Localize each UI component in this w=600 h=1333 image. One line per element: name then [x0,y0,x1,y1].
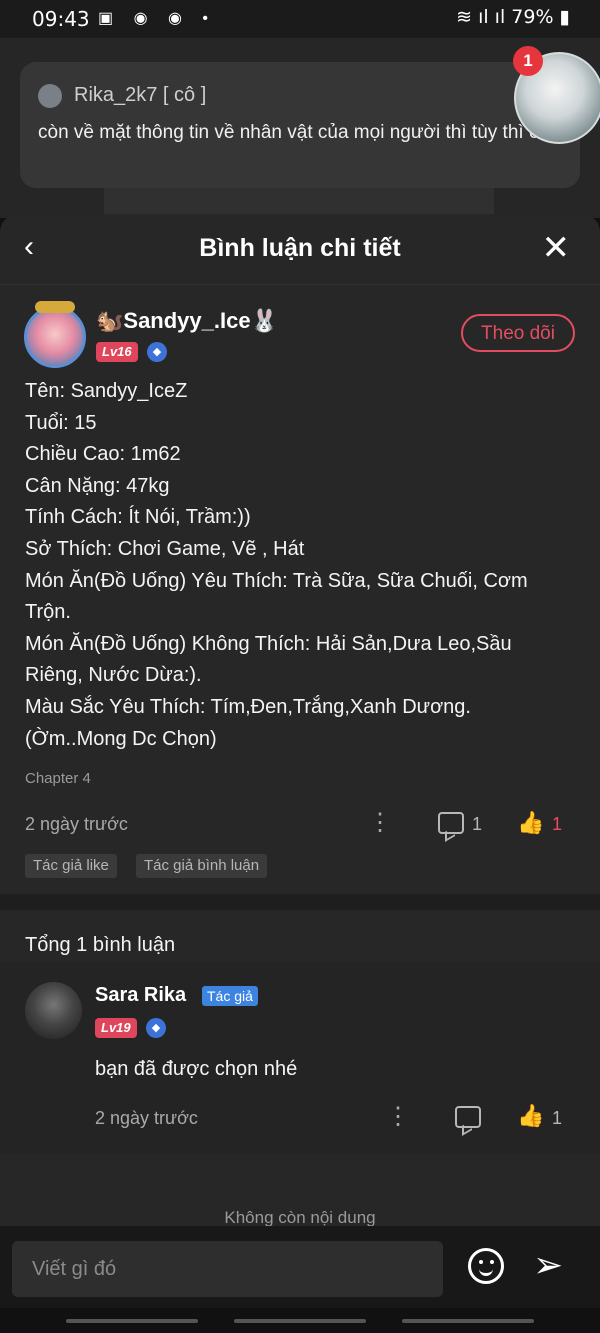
sheet-header: ‹ Bình luận chi tiết ✕ [0,214,600,285]
send-icon[interactable]: ➢ [533,1244,563,1286]
notification-sender: Rika_2k7 [ cô ] [74,84,207,106]
unread-badge: 1 [513,46,543,76]
end-of-content: Không còn nội dung [224,1208,376,1227]
comment-line: Riêng, Nước Dừa:). [25,664,202,687]
reply-item [0,962,600,1154]
comment-line: Cân Nặng: 47kg [25,474,170,497]
reply-avatar[interactable] [25,982,82,1039]
comment-line: (Ờm..Mong Dc Chọn) [25,727,217,750]
comment-text: Tên: Sandyy_IceZ Tuổi: 15 Chiều Cao: 1m6… [25,376,575,755]
notification-message: còn về mặt thông tin về nhân vật của mọi… [38,122,548,143]
emoji-icon[interactable] [468,1248,504,1284]
comment-line: Chiều Cao: 1m62 [25,443,181,466]
battery-icon: ▮ [553,6,570,28]
sheet-title: Bình luận chi tiết [199,234,401,262]
comment-line: Món Ăn(Đồ Uống) Yêu Thích: Trà Sữa, Sữa … [25,569,528,592]
comment-line: Tên: Sandyy_IceZ [25,380,188,402]
notification-icons: ▣ ◉ ◉ • [98,10,216,27]
comment-line: Sở Thích: Chơi Game, Vẽ , Hát [25,537,305,560]
comment-line: Món Ăn(Đồ Uống) Không Thích: Hải Sản,Dưa… [25,632,512,655]
wifi-signal-icon: ≋ ıl ıl [456,6,512,28]
nav-handle[interactable] [234,1319,366,1323]
reply-count: 1 [472,814,483,834]
reply-time: 2 ngày trước [95,1108,198,1128]
notification-banner[interactable]: Rika_2k7 [ cô ] còn về mặt thông tin về … [20,62,580,188]
nav-handle[interactable] [66,1319,198,1323]
level-badge: Lv16 [96,342,138,362]
like-filled-icon[interactable]: 👍 [517,810,544,836]
reply-level-badge: Lv19 [95,1018,137,1038]
comment-line: Trộn. [25,601,71,624]
status-time: 09:43 [32,7,90,31]
reply-like-count: 1 [552,1108,563,1128]
reply-author-name[interactable]: Sara Rika [95,984,186,1007]
avatar-frame-crown [35,301,75,313]
status-right: ≋ ıl ıl 79% ▮ [456,6,570,28]
replies-count-header: Tổng 1 bình luận [25,934,176,956]
reply-icon[interactable] [438,812,464,834]
status-bar: 09:43 ▣ ◉ ◉ • ≋ ıl ıl 79% ▮ [0,0,600,38]
chapter-label[interactable]: Chapter 4 [25,770,91,787]
reply-text: bạn đã được chọn nhé [95,1058,298,1080]
comment-detail-sheet: ‹ Bình luận chi tiết ✕ 🐿️Sandyy_.Ice🐰 Lv… [0,214,600,1308]
sender-avatar-icon [38,84,62,108]
system-nav-bar [0,1308,600,1333]
comment-line: Tính Cách: Ít Nói, Trầm:)) [25,506,251,529]
commenter-avatar[interactable] [24,301,86,368]
verified-shield-icon: ◆ [147,342,167,362]
like-count: 1 [552,814,563,834]
close-icon[interactable]: ✕ [542,228,571,268]
reply-verified-shield-icon: ◆ [146,1018,166,1038]
follow-button[interactable]: Theo dõi [461,314,575,352]
reply-more-options-icon[interactable]: ⋮ [386,1102,410,1131]
comment-line: Tuổi: 15 [25,411,97,434]
battery-level: 79% [511,6,554,28]
comment-input[interactable]: Viết gì đó [12,1241,443,1297]
reply-reply-icon[interactable] [455,1106,481,1128]
author-tag: Tác giả [202,986,258,1006]
reply-like-icon[interactable]: 👍 [517,1103,544,1129]
author-commented-tag: Tác giả bình luận [136,854,268,878]
more-options-icon[interactable]: ⋮ [368,808,392,837]
comment-line: Màu Sắc Yêu Thích: Tím,Đen,Trắng,Xanh Dư… [25,695,471,718]
author-liked-tag: Tác giả like [25,854,117,878]
nav-handle[interactable] [402,1319,534,1323]
section-divider [0,894,600,910]
commenter-name[interactable]: 🐿️Sandyy_.Ice🐰 [96,308,278,334]
comment-time: 2 ngày trước [25,814,128,834]
